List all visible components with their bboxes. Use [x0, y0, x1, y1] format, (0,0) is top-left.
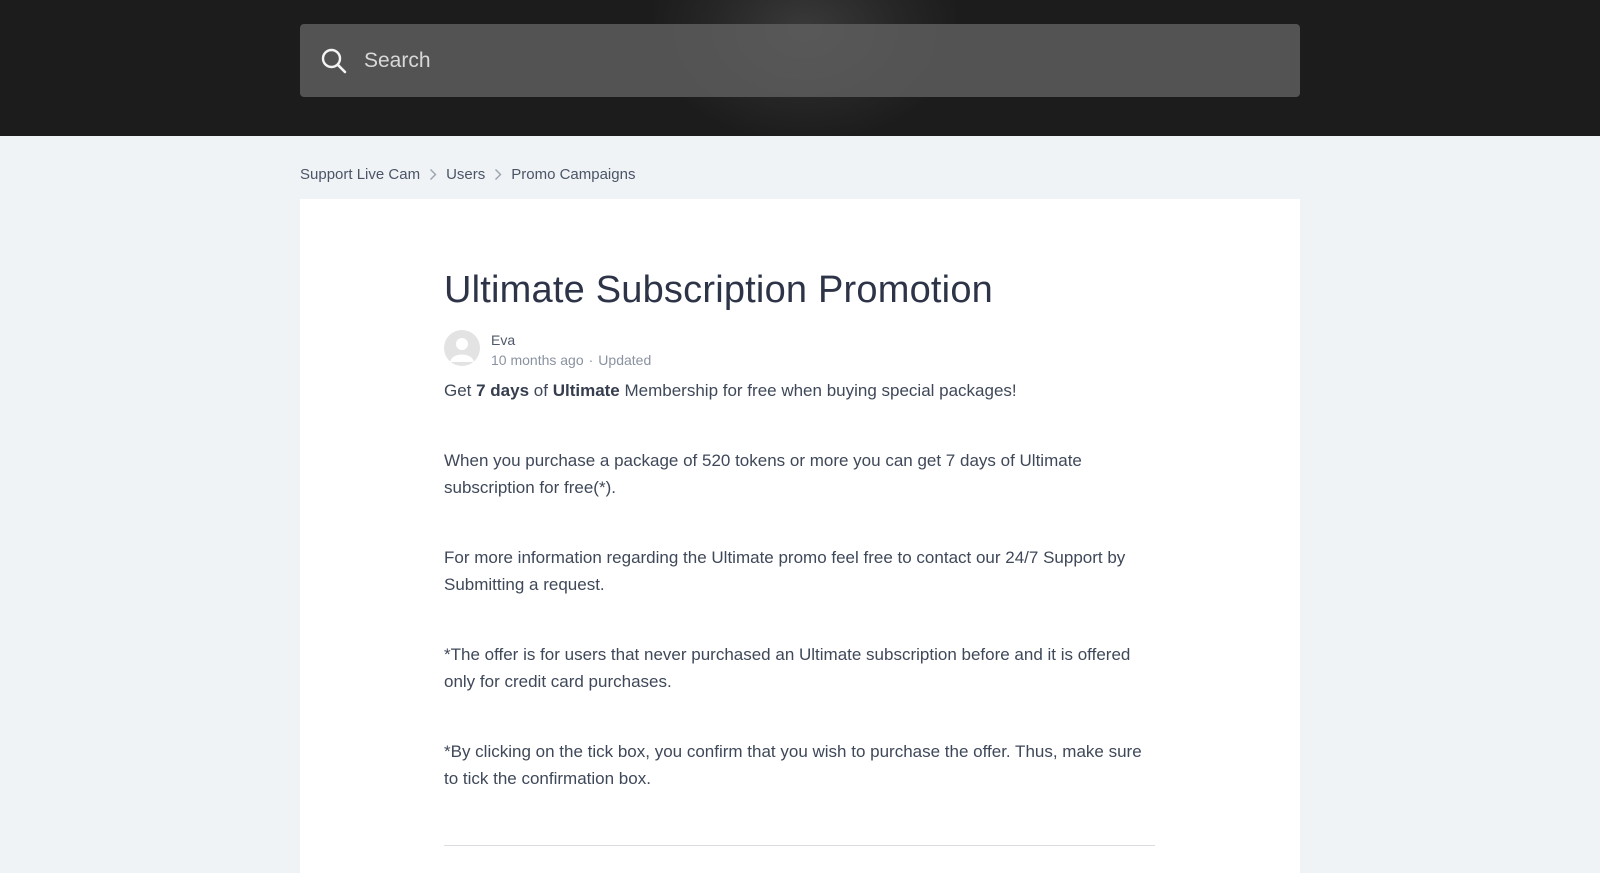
search-bar[interactable] — [300, 24, 1300, 97]
article-meta: 10 months ago · Updated — [491, 352, 651, 368]
article-timestamp: 10 months ago — [491, 352, 584, 368]
article-divider — [444, 845, 1155, 846]
article-status: Updated — [598, 352, 652, 368]
breadcrumb-link-promo-campaigns[interactable]: Promo Campaigns — [511, 166, 635, 183]
breadcrumb: Support Live Cam Users Promo Campaigns — [300, 164, 635, 184]
breadcrumb-link-users[interactable]: Users — [446, 166, 485, 183]
intro-bold-days: 7 days — [476, 381, 530, 400]
chevron-right-icon — [420, 167, 446, 181]
article-paragraph: When you purchase a package of 520 token… — [444, 451, 1082, 497]
article-paragraph: For more information regarding the Ultim… — [444, 548, 1126, 594]
article-paragraph: *By clicking on the tick box, you confir… — [444, 742, 1142, 788]
article-card: Ultimate Subscription Promotion Eva 10 m… — [300, 199, 1300, 873]
search-icon — [320, 47, 348, 75]
article-paragraph: *The offer is for users that never purch… — [444, 645, 1131, 691]
article-intro-paragraph: Get 7 days of Ultimate Membership for fr… — [444, 381, 1017, 400]
article-title: Ultimate Subscription Promotion — [444, 269, 993, 311]
search-input[interactable] — [364, 24, 1284, 97]
hero-header — [0, 0, 1600, 136]
chevron-right-icon — [485, 167, 511, 181]
intro-bold-ultimate: Ultimate — [552, 381, 620, 400]
author-name: Eva — [491, 332, 516, 348]
breadcrumb-link-support-live-cam[interactable]: Support Live Cam — [300, 166, 420, 183]
meta-separator: · — [588, 352, 594, 368]
avatar-user-icon[interactable] — [444, 330, 480, 366]
